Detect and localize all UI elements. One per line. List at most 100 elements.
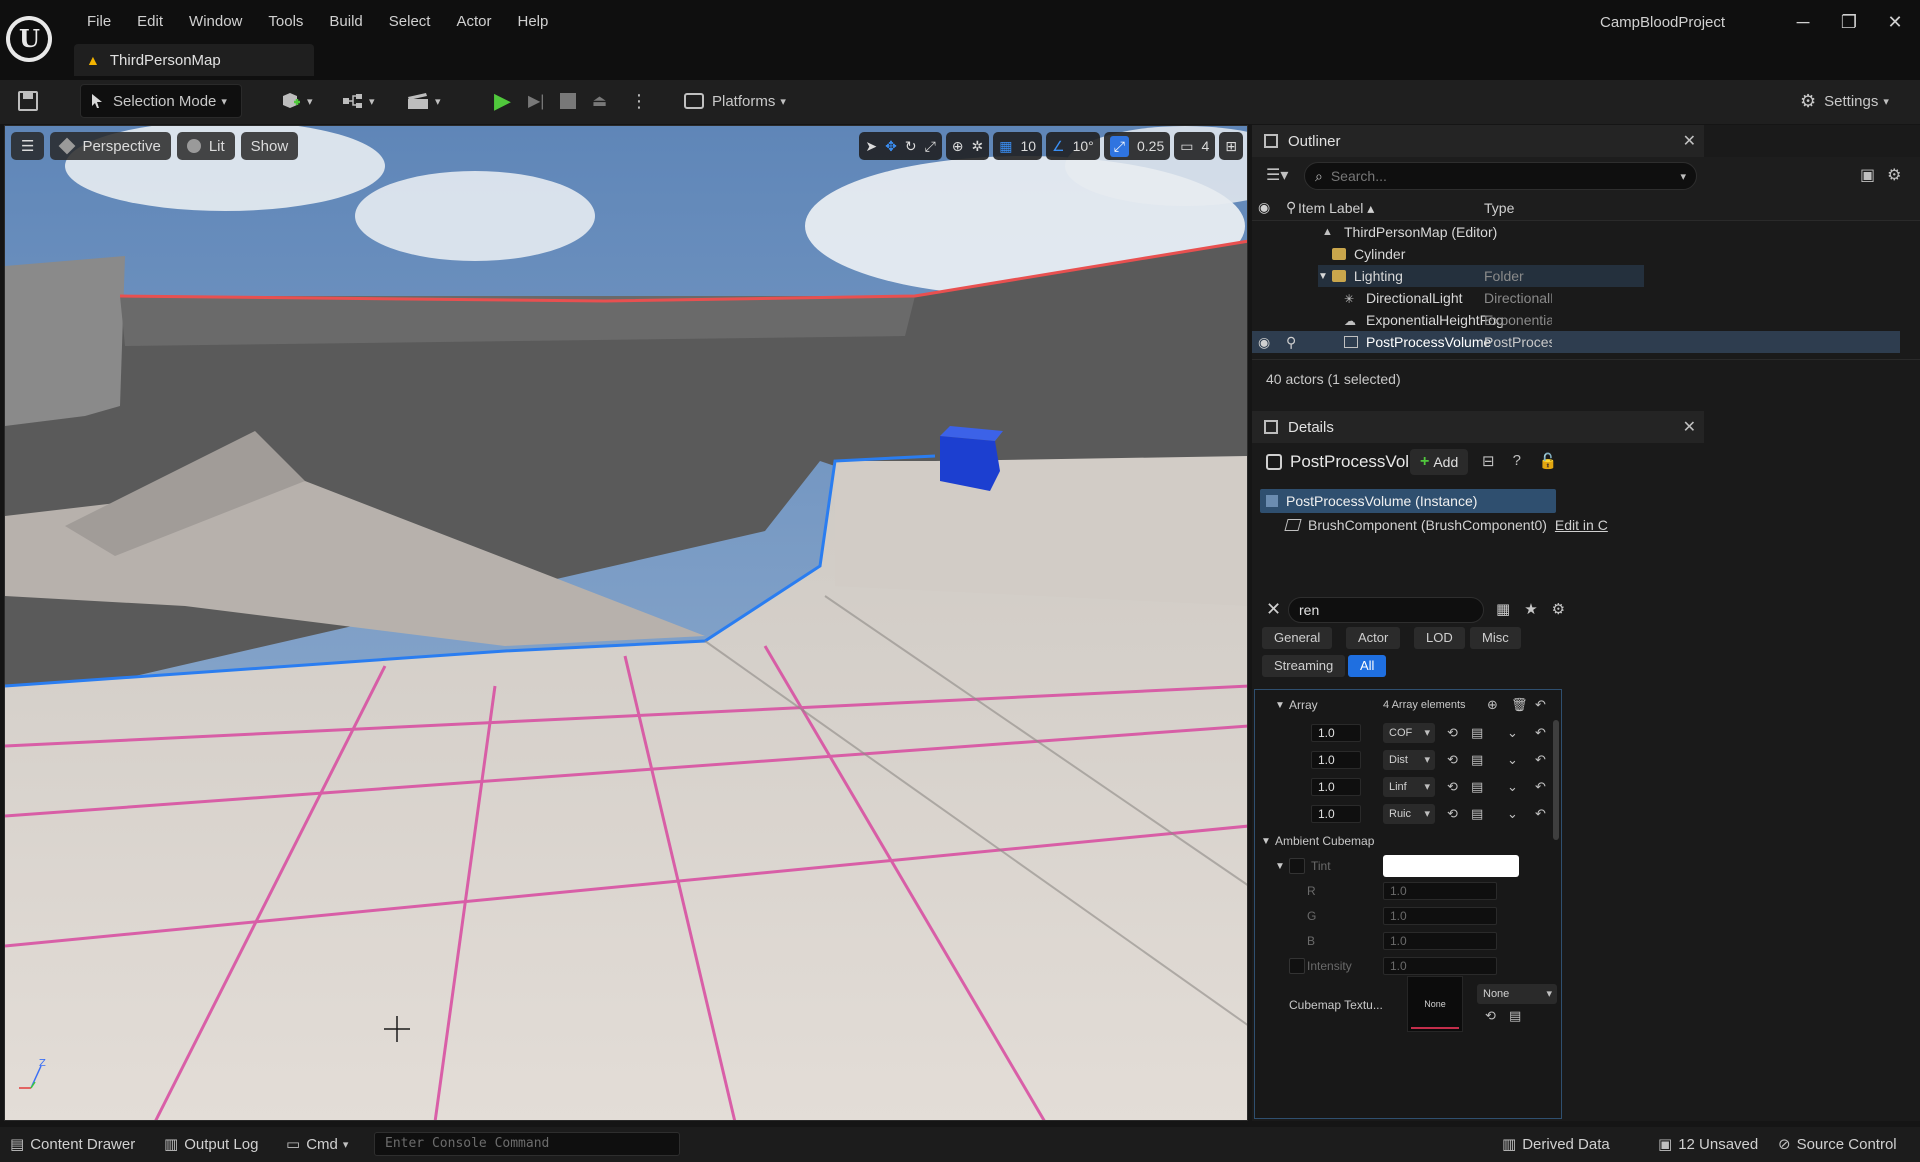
tint-r-field[interactable]: 1.0 <box>1383 882 1497 900</box>
rotate-tool-icon[interactable]: ↻ <box>905 138 917 155</box>
selection-mode-dropdown[interactable]: Selection Mode ▾ <box>80 84 242 118</box>
array-type-combo[interactable]: COF ▾ <box>1383 723 1435 743</box>
array-type-combo[interactable]: Dist ▾ <box>1383 750 1435 770</box>
cinematics-button[interactable]: ▾ <box>406 84 441 118</box>
reset-icon[interactable]: ↶ <box>1535 806 1546 822</box>
menu-edit[interactable]: Edit <box>124 12 176 32</box>
perspective-button[interactable]: Perspective <box>50 132 171 160</box>
favorites-star-icon[interactable]: ★ <box>1524 600 1537 618</box>
derived-data-button[interactable]: ▥ Derived Data <box>1502 1135 1610 1154</box>
collapse-arrow-icon[interactable]: ▼ <box>1275 700 1285 711</box>
chevron-down-icon[interactable]: ⌄ <box>1507 779 1518 795</box>
skip-button[interactable]: ▶| <box>528 84 544 118</box>
stop-button[interactable] <box>560 84 576 118</box>
translate-tool-icon[interactable]: ✥ <box>885 138 897 155</box>
intensity-field[interactable]: 1.0 <box>1383 957 1497 975</box>
array-type-combo[interactable]: Ruic ▾ <box>1383 804 1435 824</box>
unreal-logo-icon[interactable]: U <box>6 16 52 62</box>
scale-tool-icon[interactable]: ⤢ <box>925 138 936 155</box>
browse-icon[interactable]: ⟲ <box>1447 725 1458 741</box>
minimize-icon[interactable]: ─ <box>1780 12 1826 33</box>
blueprint-convert-icon[interactable]: ⊟ <box>1482 452 1495 470</box>
filter-all[interactable]: All <box>1348 655 1387 677</box>
cmd-dropdown[interactable]: ▭ Cmd ▾ <box>286 1135 348 1154</box>
folder-browse-icon[interactable]: ▤ <box>1471 779 1483 795</box>
menu-tools[interactable]: Tools <box>255 12 316 32</box>
cubemap-texture-combo[interactable]: None ▾ <box>1477 984 1557 1004</box>
menu-file[interactable]: File <box>74 12 124 32</box>
folder-browse-icon[interactable]: ▤ <box>1471 752 1483 768</box>
add-element-icon[interactable]: ⊕ <box>1487 697 1498 713</box>
gear-icon[interactable]: ⚙ <box>1887 165 1901 185</box>
array-type-combo[interactable]: Linf ▾ <box>1383 777 1435 797</box>
list-item[interactable]: ▲ ThirdPersonMap (Editor) <box>1322 221 1722 243</box>
trash-icon[interactable]: 🗑 <box>1511 697 1528 713</box>
close-window-icon[interactable]: ✕ <box>1872 12 1918 33</box>
browse-icon[interactable]: ⟲ <box>1447 752 1458 768</box>
array-value-field[interactable]: 1.0 <box>1311 751 1361 769</box>
filter-misc[interactable]: Misc <box>1470 627 1521 649</box>
menu-select[interactable]: Select <box>376 12 444 32</box>
filter-streaming[interactable]: Streaming <box>1262 655 1346 677</box>
array-value-field[interactable]: 1.0 <box>1311 724 1361 742</box>
array-value-field[interactable]: 1.0 <box>1311 805 1361 823</box>
chevron-down-icon[interactable]: ⌄ <box>1507 806 1518 822</box>
browse-icon[interactable]: ⟲ <box>1485 1008 1496 1024</box>
reset-icon[interactable]: ↶ <box>1535 697 1546 713</box>
folder-browse-icon[interactable]: ▤ <box>1509 1008 1521 1024</box>
world-space-icon[interactable]: ⊕ <box>952 138 964 155</box>
list-item[interactable]: Cylinder <box>1332 243 1732 265</box>
pin-icon[interactable]: ⚲ <box>1286 199 1296 216</box>
surface-snap-icon[interactable]: ✲ <box>972 138 984 155</box>
clear-search-icon[interactable]: ✕ <box>1266 599 1281 620</box>
cubemap-texture-thumbnail[interactable]: None <box>1407 976 1463 1032</box>
table-view-icon[interactable]: ▦ <box>1496 600 1510 618</box>
menu-actor[interactable]: Actor <box>443 12 504 32</box>
column-item-label[interactable]: Item Label ▴ <box>1298 200 1374 217</box>
menu-build[interactable]: Build <box>316 12 375 32</box>
platforms-dropdown[interactable]: Platforms ▾ <box>684 84 786 118</box>
details-search-input[interactable]: ren <box>1288 597 1484 623</box>
collapse-arrow-icon[interactable]: ▼ <box>1275 861 1285 872</box>
visibility-icon[interactable]: ◉ <box>1258 334 1270 351</box>
console-command-input[interactable]: Enter Console Command <box>374 1132 680 1156</box>
component-instance-row[interactable]: PostProcessVolume (Instance) <box>1260 489 1556 513</box>
tint-color-swatch[interactable] <box>1383 855 1519 877</box>
level-tab[interactable]: ▲ ThirdPersonMap <box>74 44 314 76</box>
rotation-snap[interactable]: ∠ 10° <box>1046 132 1100 160</box>
tab-outliner[interactable]: Outliner ✕ <box>1252 125 1704 157</box>
tab-details[interactable]: Details ✕ <box>1252 411 1704 443</box>
filter-actor[interactable]: Actor <box>1346 627 1401 649</box>
column-type[interactable]: Type <box>1484 200 1514 216</box>
list-item[interactable]: ☁ ExponentialHeightFog ExponentialI <box>1344 309 1744 331</box>
browse-icon[interactable]: ⟲ <box>1447 779 1458 795</box>
blueprint-button[interactable]: ▾ <box>342 84 375 118</box>
scale-snap[interactable]: ⤢ 0.25 <box>1103 132 1171 160</box>
pin-icon[interactable]: ⚲ <box>1286 334 1296 351</box>
tint-b-field[interactable]: 1.0 <box>1383 932 1497 950</box>
visibility-icon[interactable]: ◉ <box>1258 199 1270 216</box>
list-item-selected[interactable]: ◉ ⚲ PostProcessVolume PostProcess <box>1252 331 1900 353</box>
folder-browse-icon[interactable]: ▤ <box>1471 806 1483 822</box>
camera-speed[interactable]: ▭ 4 <box>1174 132 1216 160</box>
lit-button[interactable]: Lit <box>176 132 235 160</box>
source-control-button[interactable]: ⊘ Source Control <box>1778 1135 1897 1154</box>
viewport-layout-button[interactable]: ⊞ <box>1219 132 1243 160</box>
content-drawer-button[interactable]: ▤ Content Drawer <box>10 1135 135 1154</box>
help-icon[interactable]: ? <box>1513 452 1521 470</box>
settings-dropdown[interactable]: ⚙ Settings ▾ <box>1800 84 1889 118</box>
select-tool-icon[interactable]: ➤ <box>865 138 877 155</box>
eject-button[interactable]: ⏏ <box>592 84 607 118</box>
filter-lod[interactable]: LOD <box>1414 627 1465 649</box>
restore-icon[interactable]: ❐ <box>1826 12 1872 33</box>
close-icon[interactable]: ✕ <box>1683 417 1696 437</box>
play-options-button[interactable]: ⋮ <box>630 84 648 118</box>
chevron-down-icon[interactable]: ⌄ <box>1507 752 1518 768</box>
browse-icon[interactable]: ⟲ <box>1447 806 1458 822</box>
list-item[interactable]: ▼ Lighting Folder <box>1318 265 1644 287</box>
add-folder-icon[interactable]: ▣ <box>1860 165 1875 185</box>
viewport-scene[interactable] <box>5 126 1248 1121</box>
reset-icon[interactable]: ↶ <box>1535 725 1546 741</box>
grid-snap[interactable]: ▦ 10 <box>993 132 1043 160</box>
intensity-checkbox[interactable] <box>1289 958 1305 974</box>
